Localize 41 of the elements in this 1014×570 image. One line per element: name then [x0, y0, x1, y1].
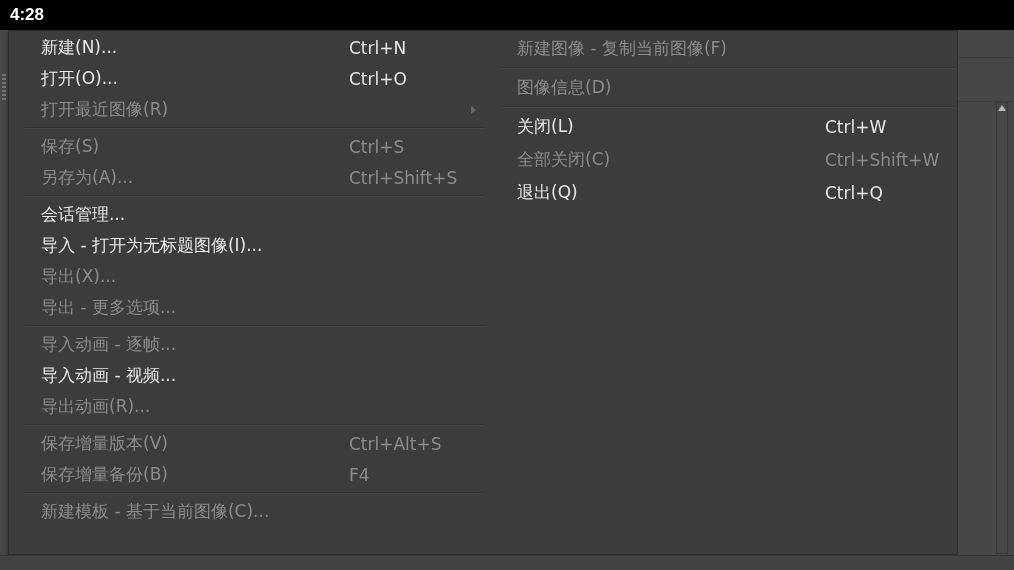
menu-item-label: 新建(N)...: [41, 36, 119, 59]
menu-item-label: 导入动画 - 逐帧...: [41, 333, 178, 356]
submenu-arrow-icon: [471, 105, 476, 114]
menu-item-label: 保存增量备份(B): [41, 463, 169, 486]
scroll-up-icon[interactable]: [998, 105, 1006, 111]
menu-item[interactable]: 打开(O)... Ctrl+O: [9, 63, 485, 94]
shortcut-text: Ctrl+S: [349, 136, 406, 157]
menu-item[interactable]: 新建(N)... Ctrl+N: [9, 32, 485, 63]
shortcut-text: Ctrl+O: [349, 68, 408, 89]
menu-item-label: 导出 - 更多选项...: [41, 296, 178, 319]
grip-handle-icon[interactable]: [2, 74, 6, 100]
menu-item-label: 图像信息(D): [517, 76, 613, 99]
menu-item-label: 导入 - 打开为无标题图像(I)...: [41, 234, 264, 257]
menu-item-label: 保存(S): [41, 135, 101, 158]
menu-item-label: 保存增量版本(V): [41, 432, 169, 455]
menu-item-label: 新建模板 - 基于当前图像(C)...: [41, 500, 271, 523]
menu-item[interactable]: 关闭(L) Ctrl+W: [485, 110, 957, 143]
shortcut-text: F4: [349, 464, 371, 485]
menu-item[interactable]: 导入 - 打开为无标题图像(I)...: [9, 230, 485, 261]
status-time: 4:28: [10, 5, 45, 25]
menu-item-label: 关闭(L): [517, 115, 575, 138]
menu-item[interactable]: 导入动画 - 视频...: [9, 360, 485, 391]
scrollbar[interactable]: [996, 102, 1008, 554]
menu-item-label: 全部关闭(C): [517, 148, 612, 171]
menu-item-label: 会话管理...: [41, 203, 127, 226]
menu-item-label: 导出(X)...: [41, 265, 118, 288]
menu-item-label: 打开(O)...: [41, 67, 119, 90]
menu-item-label: 另存为(A)...: [41, 166, 135, 189]
menu-item[interactable]: 会话管理...: [9, 199, 485, 230]
shortcut-text: Ctrl+W: [825, 116, 888, 137]
shortcut-text: Ctrl+Q: [825, 182, 884, 203]
shortcut-text: Ctrl+Alt+S: [349, 433, 443, 454]
menu-item-label: 新建图像 - 复制当前图像(F): [517, 37, 728, 60]
menu-item-label: 导入动画 - 视频...: [41, 364, 178, 387]
menu-item-label: 退出(Q): [517, 181, 579, 204]
menu-item-label: 导出动画(R)...: [41, 395, 152, 418]
shortcut-text: Ctrl+Shift+S: [349, 167, 459, 188]
shortcut-text: Ctrl+Shift+W: [825, 149, 941, 170]
menu-item[interactable]: 退出(Q) Ctrl+Q: [485, 176, 957, 209]
shortcut-text: Ctrl+N: [349, 37, 408, 58]
menu-item-label: 打开最近图像(R): [41, 98, 170, 121]
